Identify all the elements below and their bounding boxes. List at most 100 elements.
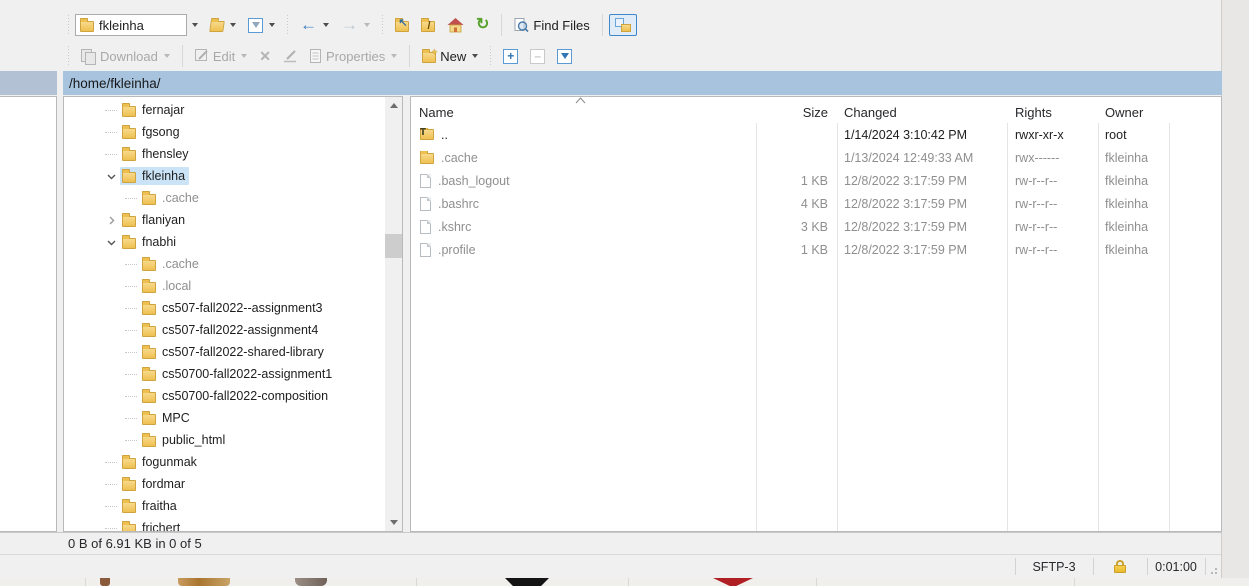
tree-item-selection: .cache (140, 255, 203, 273)
toolbar-grip[interactable] (66, 46, 71, 66)
tree-item-selection: cs507-fall2022--assignment3 (140, 299, 327, 317)
find-files-button[interactable]: Find Files (508, 14, 595, 37)
forward-button[interactable]: → (335, 13, 376, 37)
file-row[interactable]: .cache1/13/2024 12:49:33 AMrwx------fkle… (411, 146, 1221, 169)
tree-item[interactable]: fkleinha (64, 165, 386, 187)
scrollbar-thumb[interactable] (385, 234, 402, 258)
tree-item[interactable]: cs507-fall2022-assignment4 (64, 319, 386, 341)
toolbar-grip[interactable] (488, 46, 493, 66)
refresh-button[interactable]: ↻ (470, 13, 495, 37)
tree-rows: fernajarfgsongfhensleyfkleinha.cacheflan… (64, 99, 386, 532)
remove-button[interactable]: – (524, 45, 551, 68)
directory-combo[interactable]: fkleinha (75, 14, 187, 36)
folder-icon (142, 282, 156, 293)
tree-item[interactable]: fgsong (64, 121, 386, 143)
remote-path-text: /home/fkleinha/ (69, 76, 161, 91)
toolbar-grip[interactable] (66, 15, 71, 35)
scrollbar-down-arrow[interactable] (385, 514, 402, 531)
root-directory-button[interactable]: / (415, 15, 441, 36)
tree-expander-icon[interactable] (102, 216, 120, 225)
column-header-size[interactable]: Size (756, 97, 837, 123)
remote-path-bar[interactable]: /home/fkleinha/ (63, 71, 1222, 95)
protocol-badge[interactable]: SFTP-3 (1015, 555, 1093, 578)
folder-icon (142, 370, 156, 381)
properties-button[interactable]: Properties (304, 45, 403, 68)
toolbar-separator (501, 14, 502, 36)
tree-item[interactable]: .cache (64, 253, 386, 275)
file-owner-cell: fkleinha (1098, 174, 1169, 188)
filter-button[interactable] (242, 14, 281, 37)
toolbar-grip[interactable] (380, 15, 385, 35)
directory-combo-caret[interactable] (192, 23, 198, 27)
tree-expander-icon[interactable] (102, 238, 120, 247)
file-changed-cell: 1/14/2024 3:10:42 PM (837, 128, 1007, 142)
tree-item-label: cs50700-fall2022-assignment1 (162, 367, 332, 381)
back-button[interactable]: ← (294, 13, 335, 37)
lock-icon (1114, 560, 1126, 573)
tree-item[interactable]: MPC (64, 407, 386, 429)
column-header-changed[interactable]: Changed (837, 97, 1007, 123)
session-status-bar: SFTP-3 0:01:00 (0, 555, 1221, 578)
tree-item[interactable]: fnabhi (64, 231, 386, 253)
edit-button[interactable]: Edit (189, 45, 253, 68)
file-row[interactable]: .profile1 KB12/8/2022 3:17:59 PMrw-r--r-… (411, 238, 1221, 261)
tree-item[interactable]: fraitha (64, 495, 386, 517)
tree-item[interactable]: .cache (64, 187, 386, 209)
download-button[interactable]: Download (75, 45, 176, 68)
file-name-cell: .bash_logout (411, 174, 756, 188)
file-row[interactable]: ..1/14/2024 3:10:42 PMrwxr-xr-xroot (411, 123, 1221, 146)
tree-connector (102, 154, 120, 155)
scrollbar-up-arrow[interactable] (385, 97, 402, 114)
tree-scrollbar[interactable] (385, 97, 402, 531)
file-row[interactable]: .kshrc3 KB12/8/2022 3:17:59 PMrw-r--r--f… (411, 215, 1221, 238)
tree-connector (102, 132, 120, 133)
tree-item[interactable]: fernajar (64, 99, 386, 121)
folder-icon (122, 238, 136, 249)
resize-grip[interactable] (1208, 565, 1218, 575)
tree-item-selection: fnabhi (120, 233, 180, 251)
tree-item[interactable]: cs50700-fall2022-assignment1 (64, 363, 386, 385)
download-caret (164, 54, 170, 58)
file-row[interactable]: .bash_logout1 KB12/8/2022 3:17:59 PMrw-r… (411, 169, 1221, 192)
delete-x-icon: ✕ (259, 48, 271, 65)
file-row[interactable]: .bashrc4 KB12/8/2022 3:17:59 PMrw-r--r--… (411, 192, 1221, 215)
tree-item[interactable]: cs507-fall2022--assignment3 (64, 297, 386, 319)
tree-item[interactable]: fogunmak (64, 451, 386, 473)
tree-item[interactable]: flaniyan (64, 209, 386, 231)
tree-item[interactable]: .local (64, 275, 386, 297)
tree-item[interactable]: cs50700-fall2022-composition (64, 385, 386, 407)
download-icon (81, 49, 96, 63)
folder-icon (122, 216, 136, 227)
open-directory-button[interactable] (204, 15, 242, 36)
tree-connector (122, 286, 140, 287)
tree-item-label: frichert (142, 521, 180, 532)
filter-list-button[interactable] (551, 45, 578, 68)
tree-item[interactable]: fhensley (64, 143, 386, 165)
tree-item-selection: cs50700-fall2022-assignment1 (140, 365, 336, 383)
parent-directory-button[interactable]: ↖ (389, 15, 415, 36)
toolbar-grip[interactable] (285, 15, 290, 35)
tree-item[interactable]: cs507-fall2022-shared-library (64, 341, 386, 363)
rename-button[interactable] (277, 46, 304, 67)
tree-item[interactable]: frichert (64, 517, 386, 532)
folder-icon (142, 326, 156, 337)
delete-button[interactable]: ✕ (253, 44, 277, 69)
tree-item-label: MPC (162, 411, 190, 425)
column-header-owner[interactable]: Owner (1098, 97, 1169, 123)
home-icon (447, 18, 464, 33)
add-button[interactable]: + (497, 45, 524, 68)
folder-icon (142, 414, 156, 425)
tree-item[interactable]: public_html (64, 429, 386, 451)
minus-icon: – (530, 49, 545, 64)
toolbar-separator (409, 45, 410, 67)
tree-expander-icon[interactable] (102, 172, 120, 181)
column-header-rights[interactable]: Rights (1007, 97, 1098, 123)
encryption-status[interactable] (1093, 555, 1147, 578)
folder-root-icon: / (421, 21, 435, 32)
new-button[interactable]: ✦ New (416, 45, 484, 68)
tree-item-selection: cs50700-fall2022-composition (140, 387, 332, 405)
file-name-cell: .. (411, 128, 756, 142)
tree-item[interactable]: fordmar (64, 473, 386, 495)
panel-toggle-button[interactable] (609, 14, 637, 36)
home-directory-button[interactable] (441, 14, 470, 37)
